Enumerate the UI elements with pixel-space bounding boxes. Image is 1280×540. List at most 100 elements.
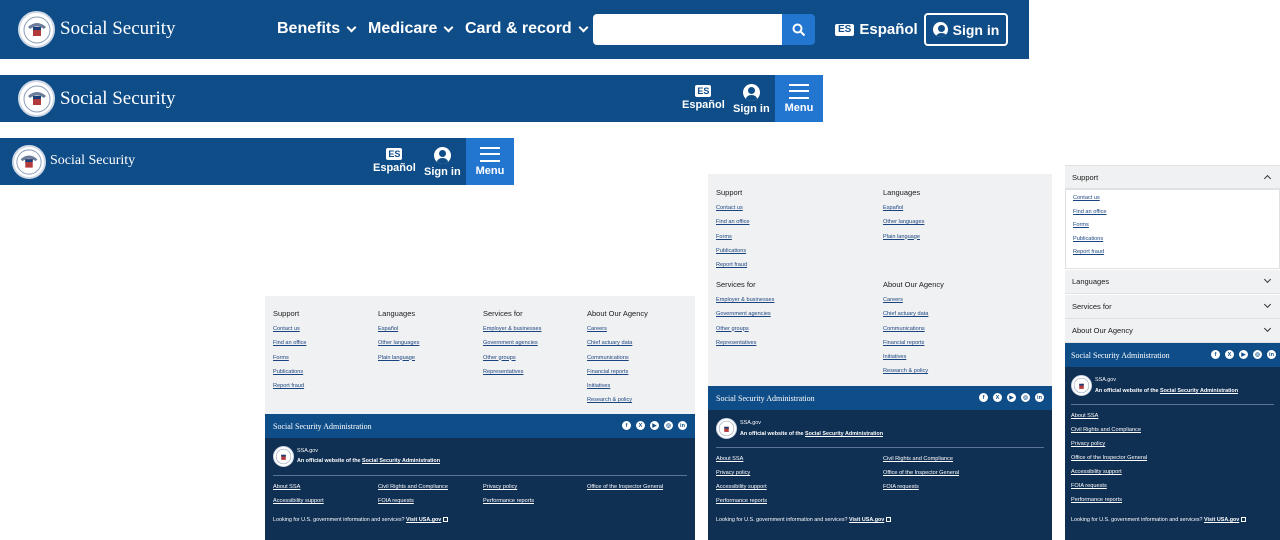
footer-link[interactable]: Research & policy (587, 397, 648, 403)
search-button[interactable] (782, 14, 815, 45)
footer-bottom-link[interactable]: Privacy policy (716, 470, 750, 476)
accordion-support[interactable]: Support (1065, 165, 1280, 189)
sign-in-button[interactable]: Sign in (924, 13, 1008, 46)
footer-bottom-link[interactable]: Office of the Inspector General (883, 470, 959, 476)
footer-link[interactable]: Report fraud (1073, 249, 1272, 255)
search-input[interactable] (593, 14, 783, 45)
footer-link[interactable]: Publications (716, 248, 749, 254)
espanol-link[interactable]: ES Español (373, 148, 416, 174)
ssa-seal-logo[interactable] (18, 11, 55, 48)
official-link[interactable]: Social Security Administration (1160, 388, 1238, 394)
footer-bottom-link[interactable]: Accessibility support (716, 484, 767, 490)
footer-bottom-link[interactable]: Accessibility support (273, 498, 324, 504)
footer-bottom-link[interactable]: Performance reports (1071, 497, 1122, 503)
footer-bottom-link[interactable]: Civil Rights and Compliance (1071, 427, 1141, 433)
footer-link[interactable]: Employer & businesses (716, 297, 774, 303)
x-twitter-icon[interactable]: X (1225, 350, 1234, 359)
footer-bottom-link[interactable]: Privacy policy (1071, 441, 1105, 447)
footer-bottom-link[interactable]: About SSA (273, 484, 300, 490)
footer-link[interactable]: Other languages (378, 340, 419, 346)
official-link[interactable]: Social Security Administration (362, 458, 440, 464)
footer-link[interactable]: Report fraud (716, 262, 749, 268)
footer-link[interactable]: Forms (273, 355, 306, 361)
footer-bottom-link[interactable]: Civil Rights and Compliance (378, 484, 448, 490)
footer-link[interactable]: Find an office (273, 340, 306, 346)
footer-bottom-link[interactable]: FOIA requests (1071, 483, 1107, 489)
footer-bottom-link[interactable]: FOIA requests (883, 484, 919, 490)
footer-link[interactable]: Contact us (273, 326, 306, 332)
ssa-seal-logo[interactable] (12, 145, 46, 179)
instagram-icon[interactable]: ◎ (664, 421, 673, 430)
footer-bottom-link[interactable]: Civil Rights and Compliance (883, 456, 953, 462)
footer-link[interactable]: Financial reports (587, 369, 648, 375)
menu-button[interactable]: Menu (466, 138, 514, 185)
footer-link[interactable]: Español (378, 326, 419, 332)
footer-link[interactable]: Publications (273, 369, 306, 375)
footer-bottom-link[interactable]: Office of the Inspector General (587, 484, 663, 490)
footer-link[interactable]: Chief actuary data (883, 311, 944, 317)
footer-bottom-link[interactable]: Privacy policy (483, 484, 517, 490)
x-twitter-icon[interactable]: X (993, 393, 1002, 402)
visit-usagov-link[interactable]: Visit USA.gov (849, 517, 884, 523)
footer-link[interactable]: Plain language (883, 234, 924, 240)
footer-bottom-link[interactable]: FOIA requests (378, 498, 414, 504)
brand-name[interactable]: Social Security (60, 88, 176, 110)
footer-bottom-link[interactable]: Accessibility support (1071, 469, 1122, 475)
espanol-link[interactable]: ES Español (835, 21, 918, 38)
accordion-languages[interactable]: Languages (1065, 270, 1280, 294)
footer-bottom-link[interactable]: Performance reports (483, 498, 534, 504)
footer-bottom-link[interactable]: About SSA (1071, 413, 1098, 419)
brand-name[interactable]: Social Security (60, 18, 176, 40)
footer-link[interactable]: Other groups (716, 326, 774, 332)
footer-link[interactable]: Other groups (483, 355, 541, 361)
espanol-link[interactable]: ES Español (682, 85, 725, 111)
visit-usagov-link[interactable]: Visit USA.gov (1204, 517, 1239, 523)
footer-link[interactable]: Government agencies (483, 340, 541, 346)
footer-link[interactable]: Communications (587, 355, 648, 361)
facebook-icon[interactable]: f (1211, 350, 1220, 359)
linkedin-icon[interactable]: in (1267, 350, 1276, 359)
footer-link[interactable]: Careers (883, 297, 944, 303)
footer-link[interactable]: Representatives (483, 369, 541, 375)
footer-link[interactable]: Employer & businesses (483, 326, 541, 332)
footer-link[interactable]: Español (883, 205, 924, 211)
footer-link[interactable]: Forms (716, 234, 749, 240)
footer-link[interactable]: Find an office (716, 219, 749, 225)
youtube-icon[interactable]: ▶ (650, 421, 659, 430)
footer-link[interactable]: Contact us (1073, 195, 1272, 201)
footer-link[interactable]: Financial reports (883, 340, 944, 346)
footer-bottom-link[interactable]: Office of the Inspector General (1071, 455, 1147, 461)
footer-link[interactable]: Initiatives (883, 354, 944, 360)
footer-link[interactable]: Report fraud (273, 383, 306, 389)
youtube-icon[interactable]: ▶ (1007, 393, 1016, 402)
footer-link[interactable]: Publications (1073, 236, 1272, 242)
nav-card-record[interactable]: Card & record (465, 20, 589, 38)
footer-link[interactable]: Find an office (1073, 209, 1272, 215)
footer-link[interactable]: Chief actuary data (587, 340, 648, 346)
instagram-icon[interactable]: ◎ (1021, 393, 1030, 402)
footer-link[interactable]: Careers (587, 326, 648, 332)
linkedin-icon[interactable]: in (678, 421, 687, 430)
nav-benefits[interactable]: Benefits (277, 20, 357, 38)
facebook-icon[interactable]: f (622, 421, 631, 430)
nav-medicare[interactable]: Medicare (368, 20, 454, 38)
facebook-icon[interactable]: f (979, 393, 988, 402)
footer-link[interactable]: Other languages (883, 219, 924, 225)
brand-name[interactable]: Social Security (50, 153, 135, 169)
sign-in-button[interactable]: Sign in (424, 147, 461, 178)
footer-link[interactable]: Contact us (716, 205, 749, 211)
visit-usagov-link[interactable]: Visit USA.gov (406, 517, 441, 523)
sign-in-button[interactable]: Sign in (733, 84, 770, 115)
youtube-icon[interactable]: ▶ (1239, 350, 1248, 359)
footer-link[interactable]: Initiatives (587, 383, 648, 389)
footer-link[interactable]: Representatives (716, 340, 774, 346)
footer-link[interactable]: Forms (1073, 222, 1272, 228)
footer-link[interactable]: Government agencies (716, 311, 774, 317)
official-link[interactable]: Social Security Administration (805, 431, 883, 437)
footer-bottom-link[interactable]: About SSA (716, 456, 743, 462)
menu-button[interactable]: Menu (775, 75, 823, 122)
accordion-services[interactable]: Services for (1065, 295, 1280, 319)
x-twitter-icon[interactable]: X (636, 421, 645, 430)
linkedin-icon[interactable]: in (1035, 393, 1044, 402)
footer-link[interactable]: Communications (883, 326, 944, 332)
